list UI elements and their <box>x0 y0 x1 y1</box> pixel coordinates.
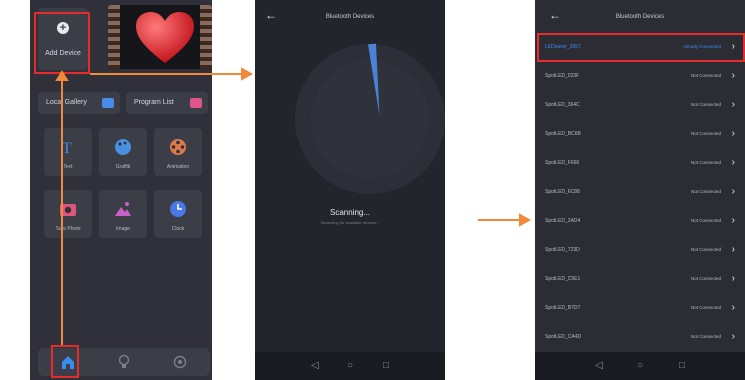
flow-arrows <box>55 67 532 345</box>
